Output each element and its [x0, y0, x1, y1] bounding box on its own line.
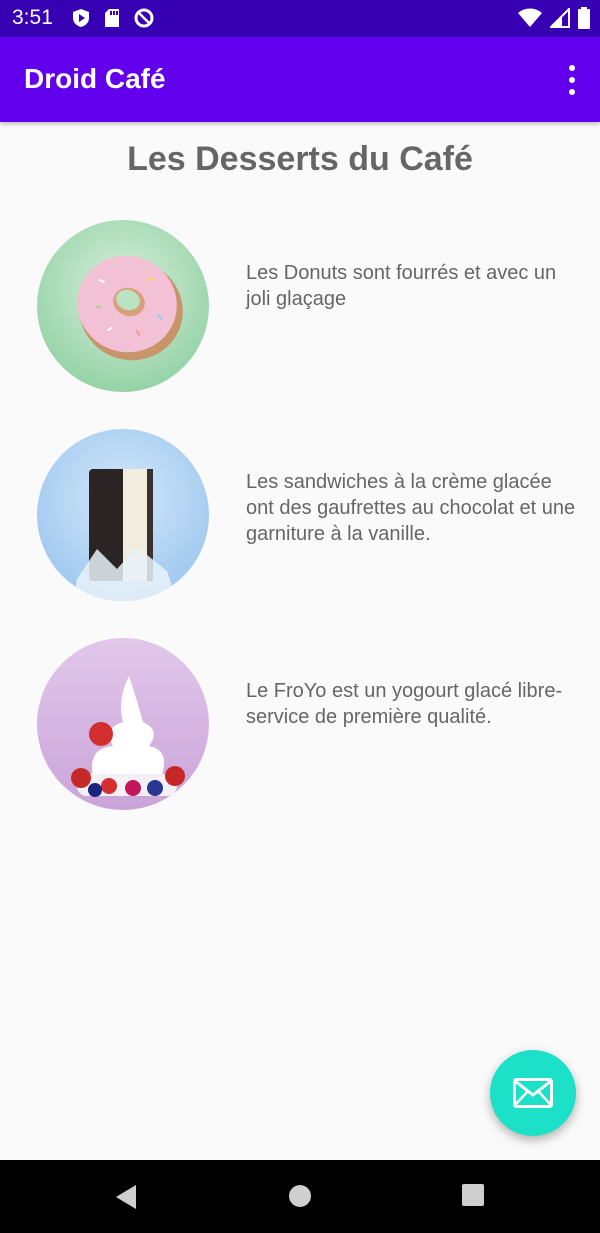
- dessert-row-ice-cream-sandwich: Les sandwiches à la crème glacée ont des…: [0, 429, 600, 604]
- donut-description: Les Donuts sont fourrés et avec un joli …: [246, 262, 557, 310]
- status-time: 3:51: [12, 6, 53, 29]
- mail-icon: [513, 1078, 553, 1108]
- ice-cream-sandwich-image[interactable]: [37, 429, 209, 601]
- recents-icon[interactable]: [462, 1184, 484, 1206]
- send-order-button[interactable]: [490, 1050, 576, 1136]
- donut-image[interactable]: [37, 220, 209, 392]
- more-vert-icon[interactable]: [566, 65, 578, 95]
- menu-dot: [569, 65, 575, 71]
- froyo-description: Le FroYo est un yogourt glacé libre-serv…: [246, 680, 563, 728]
- status-notification-icons: [72, 8, 154, 28]
- navigation-bar: [0, 1160, 600, 1233]
- ice-cream-sandwich-description: Les sandwiches à la crème glacée ont des…: [246, 471, 576, 545]
- status-system-icons: [518, 7, 590, 29]
- play-protect-icon: [73, 9, 89, 27]
- status-bar: 3:51: [0, 0, 600, 37]
- back-icon[interactable]: [114, 1184, 138, 1210]
- wifi-icon: [518, 8, 542, 27]
- home-icon[interactable]: [288, 1184, 312, 1208]
- app-title: Droid Café: [24, 63, 166, 94]
- screen: 3:51 Droid Café Les Desserts du Café Les…: [0, 0, 600, 1233]
- page-heading: Les Desserts du Café: [127, 140, 473, 178]
- sd-card-icon: [105, 9, 119, 27]
- dessert-row-froyo: Le FroYo est un yogourt glacé libre-serv…: [0, 638, 600, 813]
- menu-dot: [569, 89, 575, 95]
- battery-icon: [578, 7, 590, 29]
- menu-dot: [569, 77, 575, 83]
- data-saver-icon: [134, 8, 154, 28]
- dessert-row-donut: Les Donuts sont fourrés et avec un joli …: [0, 220, 600, 395]
- signal-icon: [550, 8, 570, 28]
- app-bar: Droid Café: [0, 37, 600, 122]
- froyo-image[interactable]: [37, 638, 209, 810]
